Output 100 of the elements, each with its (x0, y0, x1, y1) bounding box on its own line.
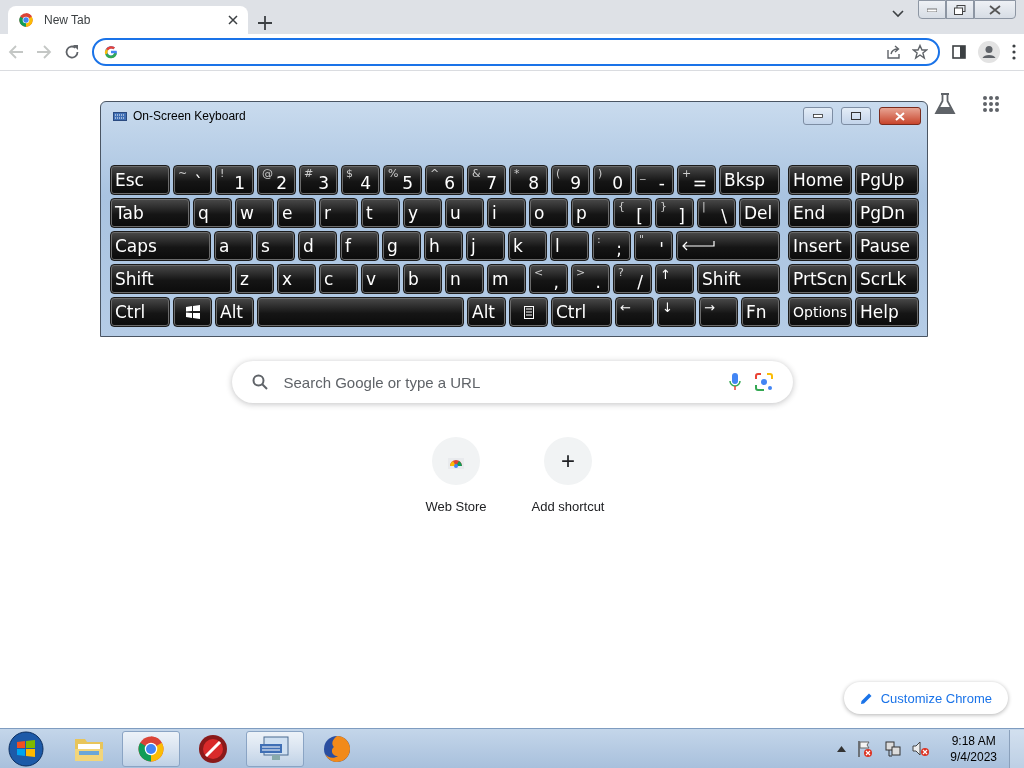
volume-muted-icon[interactable] (912, 739, 931, 758)
keyboard-key[interactable]: ScrLk (855, 264, 919, 294)
keyboard-key[interactable]: Shift (697, 264, 780, 294)
keyboard-key[interactable]: v (361, 264, 400, 294)
arrow-key[interactable]: ↑ (655, 264, 694, 294)
keyboard-key[interactable]: Pause (855, 231, 919, 261)
keyboard-key[interactable]: End (788, 198, 852, 228)
keyboard-key[interactable]: Ctrl (110, 297, 170, 327)
reload-icon[interactable] (64, 44, 80, 60)
keyboard-key[interactable]: c (319, 264, 358, 294)
keyboard-key[interactable]: Shift (110, 264, 232, 294)
taskbar-button[interactable] (246, 730, 304, 767)
keyboard-key[interactable]: o (529, 198, 568, 228)
profile-icon[interactable] (978, 41, 1000, 63)
keyboard-key[interactable]: g (382, 231, 421, 261)
restore-button[interactable] (946, 0, 974, 19)
keyboard-key[interactable]: l (550, 231, 589, 261)
network-icon[interactable] (884, 739, 903, 758)
keyboard-key[interactable]: += (677, 165, 716, 195)
keyboard-key[interactable]: Home (788, 165, 852, 195)
keyboard-key[interactable]: } ] (655, 198, 694, 228)
keyboard-key[interactable]: s (256, 231, 295, 261)
keyboard-key[interactable]: @ 2 (257, 165, 296, 195)
close-icon[interactable] (228, 15, 238, 25)
keyboard-key[interactable]: % 5 (383, 165, 422, 195)
customize-button[interactable]: Customize Chrome (843, 682, 1008, 714)
keyboard-key[interactable]: b (403, 264, 442, 294)
keyboard-key[interactable]: n (445, 264, 484, 294)
keyboard-key[interactable]: p (571, 198, 610, 228)
keyboard-key[interactable]: h (424, 231, 463, 261)
enter-key[interactable] (676, 231, 780, 261)
keyboard-key[interactable]: z (235, 264, 274, 294)
shortcut-tile[interactable]: Web Store (408, 437, 504, 514)
keyboard-key[interactable]: ? / (613, 264, 652, 294)
close-button[interactable] (879, 107, 921, 125)
keyboard-key[interactable]: i (487, 198, 526, 228)
space-key[interactable] (257, 297, 464, 327)
keyboard-key[interactable]: f (340, 231, 379, 261)
keyboard-key[interactable]: Alt (215, 297, 254, 327)
keyboard-key[interactable]: # 3 (299, 165, 338, 195)
keyboard-key[interactable]: Help (855, 297, 919, 327)
star-icon[interactable] (912, 44, 928, 60)
address-bar[interactable] (92, 38, 940, 66)
keyboard-key[interactable]: $ 4 (341, 165, 380, 195)
keyboard-key[interactable]: < , (529, 264, 568, 294)
keyboard-key[interactable]: Insert (788, 231, 852, 261)
menu-key[interactable] (509, 297, 548, 327)
new-tab-icon[interactable] (258, 16, 272, 30)
keyboard-key[interactable]: Bksp (719, 165, 780, 195)
keyboard-key[interactable]: PgDn (855, 198, 919, 228)
keyboard-key[interactable]: y (403, 198, 442, 228)
camera-icon[interactable] (754, 373, 773, 391)
keyboard-key[interactable]: { [ (613, 198, 652, 228)
microphone-icon[interactable] (728, 373, 741, 391)
caret-up-icon[interactable] (837, 745, 847, 752)
keyboard-key[interactable]: Esc (110, 165, 170, 195)
keyboard-key[interactable]: Alt (467, 297, 506, 327)
share-icon[interactable] (886, 44, 902, 60)
keyboard-key[interactable]: ! 1 (215, 165, 254, 195)
keyboard-key[interactable]: e (277, 198, 316, 228)
arrow-key[interactable]: ↓ (657, 297, 696, 327)
keyboard-key[interactable]: " ' (634, 231, 673, 261)
keyboard-key[interactable]: | \ (697, 198, 736, 228)
close-button[interactable] (974, 0, 1016, 19)
maximize-button[interactable] (841, 107, 871, 125)
keyboard-key[interactable]: u (445, 198, 484, 228)
keyboard-key[interactable]: q (193, 198, 232, 228)
keyboard-key[interactable]: ( 9 (551, 165, 590, 195)
keyboard-key[interactable]: r (319, 198, 358, 228)
keyboard-key[interactable]: > . (571, 264, 610, 294)
keyboard-key[interactable]: Caps (110, 231, 211, 261)
apps-grid-icon[interactable] (982, 95, 1000, 113)
keyboard-key[interactable]: j (466, 231, 505, 261)
keyboard-key[interactable]: Ctrl (551, 297, 612, 327)
keyboard-key[interactable]: Tab (110, 198, 190, 228)
browser-tab[interactable]: New Tab (8, 6, 248, 34)
shortcut-tile[interactable]: + Add shortcut (520, 437, 616, 514)
flask-icon[interactable] (934, 93, 956, 115)
keyboard-key[interactable]: * 8 (509, 165, 548, 195)
keyboard-key[interactable]: t (361, 198, 400, 228)
taskbar-button[interactable] (122, 730, 180, 767)
keyboard-key[interactable]: Fn (741, 297, 780, 327)
minimize-button[interactable] (803, 107, 833, 125)
keyboard-key[interactable]: x (277, 264, 316, 294)
keyboard-key[interactable]: Options (788, 297, 852, 327)
keyboard-key[interactable]: ^ 6 (425, 165, 464, 195)
keyboard-key[interactable]: & 7 (467, 165, 506, 195)
keyboard-key[interactable]: _ - (635, 165, 674, 195)
arrow-key[interactable]: ← (615, 297, 654, 327)
arrow-key[interactable]: → (699, 297, 738, 327)
windows-key[interactable] (173, 297, 212, 327)
keyboard-key[interactable]: d (298, 231, 337, 261)
menu-icon[interactable] (1012, 44, 1016, 60)
keyboard-key[interactable]: ~ ` (173, 165, 212, 195)
keyboard-key[interactable]: PrtScn (788, 264, 852, 294)
flag-alert-icon[interactable] (856, 739, 875, 758)
keyboard-key[interactable]: : ; (592, 231, 631, 261)
keyboard-key[interactable]: k (508, 231, 547, 261)
keyboard-key[interactable]: Del (739, 198, 780, 228)
keyboard-key[interactable]: PgUp (855, 165, 919, 195)
